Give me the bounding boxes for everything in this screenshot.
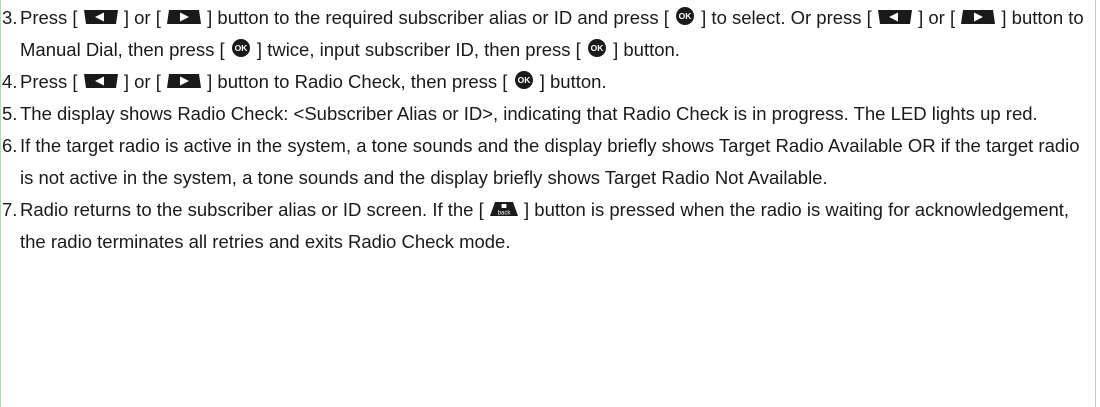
ok-label: OK: [591, 43, 605, 53]
step-text: The display shows Radio Check: <Subscrib…: [20, 103, 1038, 124]
step-text-segment: Press [: [20, 7, 78, 28]
ok-button-icon: OK: [230, 38, 252, 58]
step-text-segment: ] or [: [123, 71, 161, 92]
left-arrow-key-icon: [83, 72, 119, 90]
step-text-segment: ] or [: [123, 7, 161, 28]
step-number: 4.: [2, 71, 18, 92]
ok-button-icon: OK: [586, 38, 608, 58]
right-arrow-key-icon: [166, 72, 202, 90]
procedure-steps: 3. Press [ ] or [ ] button to the requir…: [2, 2, 1090, 258]
step-text-segment: ] to select. Or press [: [701, 7, 872, 28]
step-text-segment: ] or [: [918, 7, 956, 28]
step-number: 7.: [2, 199, 18, 220]
back-label: back: [498, 210, 512, 216]
step-text-segment: ] button.: [613, 39, 680, 60]
step-text-segment: ] button.: [539, 71, 607, 92]
step-text-segment: ] twice, input subscriber ID, then press…: [256, 39, 581, 60]
step-text-segment: ] button to Radio Check, then press [: [207, 71, 508, 92]
left-arrow-key-icon: [83, 8, 119, 26]
step-7: 7. Radio returns to the subscriber alias…: [2, 194, 1090, 258]
step-number: 5.: [2, 103, 18, 124]
step-text: Press [ ] or [ ] button to the required …: [20, 2, 1090, 66]
right-arrow-key-icon: [166, 8, 202, 26]
ok-button-icon: OK: [674, 6, 696, 26]
ok-label: OK: [679, 11, 693, 21]
step-text-segment: ] button to the required subscriber alia…: [207, 7, 669, 28]
right-arrow-key-icon: [960, 8, 996, 26]
step-4: 4. Press [ ] or [ ] button to Radio Chec…: [2, 66, 1090, 98]
step-text: Radio returns to the subscriber alias or…: [20, 194, 1090, 258]
step-text-segment: Press [: [20, 71, 78, 92]
step-text-segment: Radio returns to the subscriber alias or…: [20, 199, 484, 220]
ok-button-icon: OK: [513, 70, 535, 90]
step-6: 6. If the target radio is active in the …: [2, 130, 1090, 194]
step-number: 3.: [2, 7, 18, 28]
step-3: 3. Press [ ] or [ ] button to the requir…: [2, 2, 1090, 66]
left-arrow-key-icon: [877, 8, 913, 26]
ok-label: OK: [517, 75, 531, 85]
manual-page: 3. Press [ ] or [ ] button to the requir…: [0, 0, 1100, 407]
step-text: Press [ ] or [ ] button to Radio Check, …: [20, 66, 1090, 98]
back-button-icon: back: [489, 200, 519, 218]
step-5: 5. The display shows Radio Check: <Subsc…: [2, 98, 1090, 130]
ok-label: OK: [234, 43, 248, 53]
step-text: If the target radio is active in the sys…: [20, 135, 1080, 188]
step-number: 6.: [2, 135, 18, 156]
